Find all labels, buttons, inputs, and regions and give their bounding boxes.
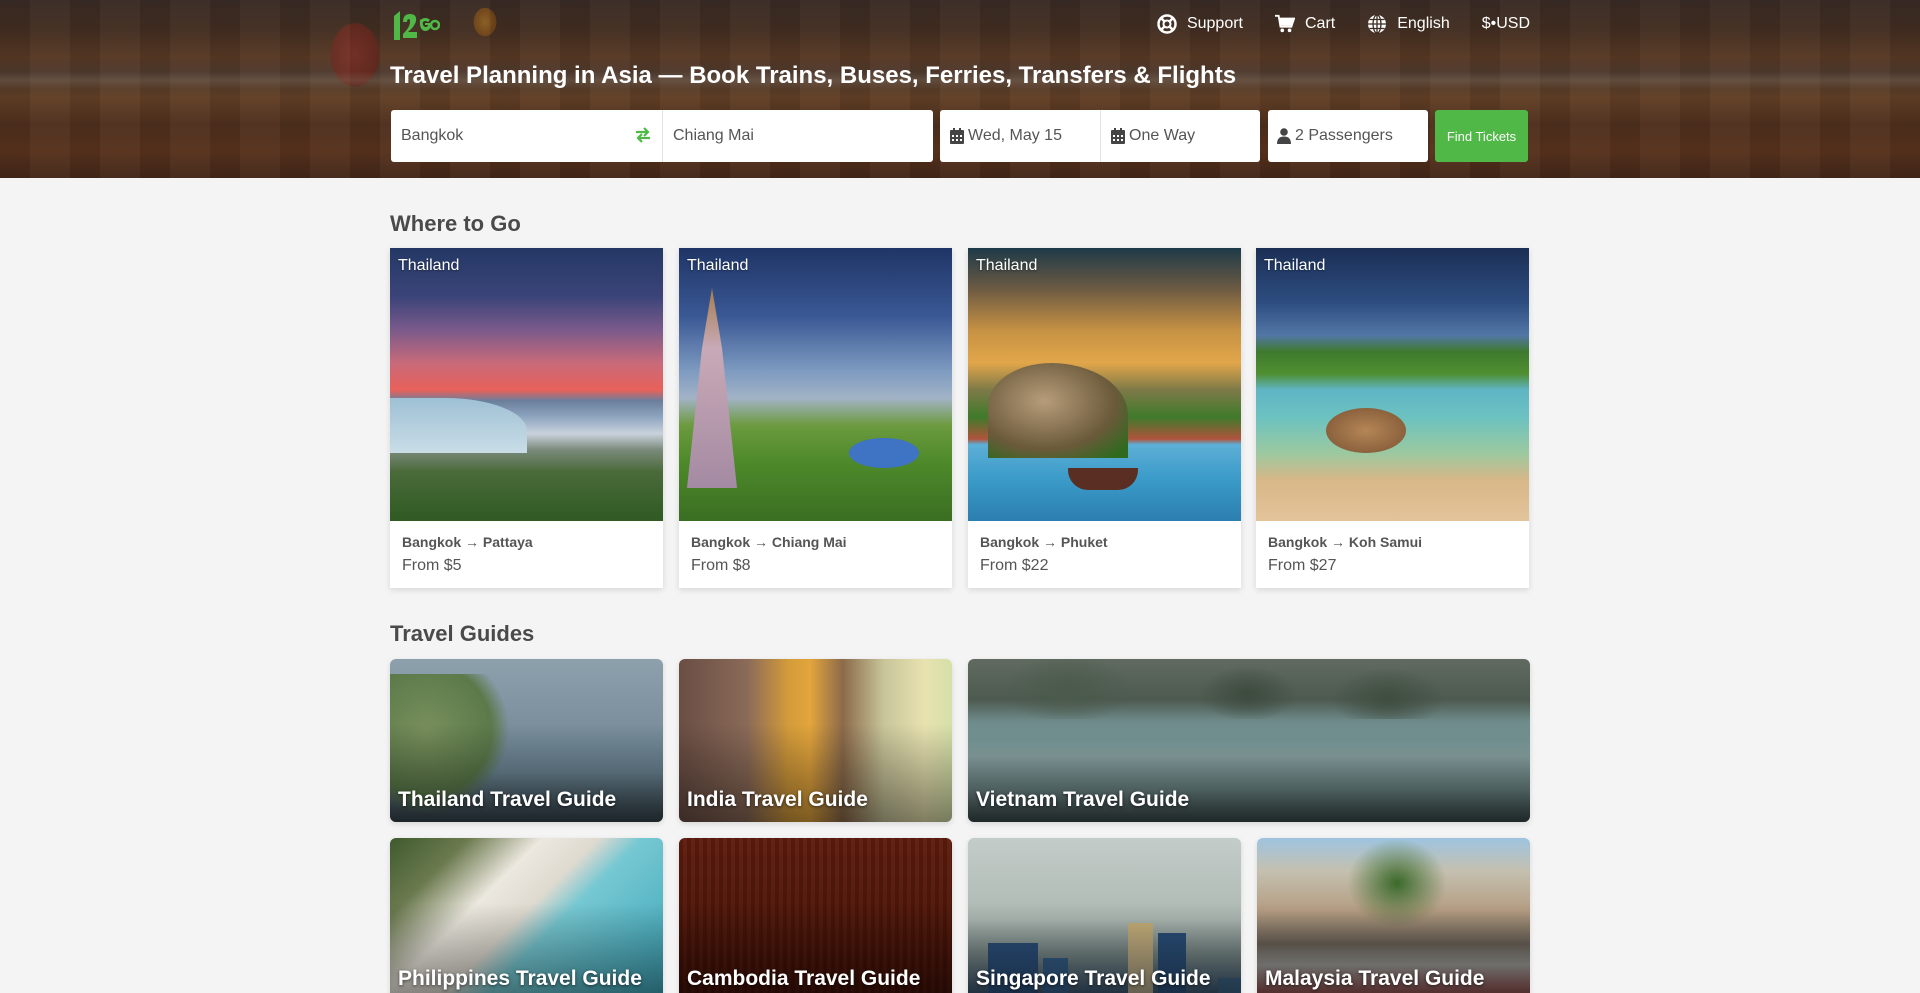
passengers-field[interactable]: 2 Passengers <box>1268 110 1428 162</box>
destination-price: From $8 <box>691 557 751 574</box>
destination-image: Thailand <box>390 248 663 521</box>
travel-guides-heading: Travel Guides <box>390 621 535 646</box>
passengers-box: 2 Passengers <box>1268 110 1428 162</box>
destination-country: Thailand <box>1264 257 1326 274</box>
from-field[interactable]: Bangkok <box>391 110 662 162</box>
page-title: Travel Planning in Asia — Book Trains, B… <box>390 62 1237 89</box>
guide-card-singapore[interactable]: Singapore Travel Guide <box>968 838 1241 993</box>
support-link[interactable]: Support <box>1157 14 1243 34</box>
destination-card[interactable]: Thailand Bangkok → Pattaya From $5 <box>390 248 663 588</box>
currency-label: $•USD <box>1481 15 1530 32</box>
route-fields: Bangkok Chiang Mai <box>391 110 933 162</box>
guide-card-cambodia[interactable]: Cambodia Travel Guide <box>679 838 952 993</box>
from-value: Bangkok <box>401 127 464 144</box>
hero-banner: Support Cart English $•USD Travel Planni… <box>0 0 1920 178</box>
top-navigation: Support Cart English $•USD <box>1125 14 1530 34</box>
cart-link[interactable]: Cart <box>1275 14 1335 34</box>
swap-icon[interactable] <box>634 126 652 149</box>
guide-card-india[interactable]: India Travel Guide <box>679 659 952 822</box>
guide-card-vietnam[interactable]: Vietnam Travel Guide <box>968 659 1530 822</box>
trip-type-field[interactable]: One Way <box>1100 110 1260 162</box>
date-fields: Wed, May 15 One Way <box>940 110 1260 162</box>
language-selector[interactable]: English <box>1367 14 1450 34</box>
logo-icon <box>394 11 440 40</box>
destination-route: Bangkok → Phuket <box>980 534 1108 550</box>
currency-selector[interactable]: $•USD <box>1482 15 1530 33</box>
where-to-go-heading: Where to Go <box>390 211 521 236</box>
guide-label: Philippines Travel Guide <box>398 967 642 990</box>
destination-route: Bangkok → Chiang Mai <box>691 534 847 550</box>
support-label: Support <box>1186 15 1243 32</box>
passengers-value: 2 Passengers <box>1295 127 1393 144</box>
guide-card-malaysia[interactable]: Malaysia Travel Guide <box>1257 838 1530 993</box>
destination-image: Thailand <box>679 248 952 521</box>
destination-card[interactable]: Thailand Bangkok → Chiang Mai From $8 <box>679 248 952 588</box>
to-field[interactable]: Chiang Mai <box>662 110 933 162</box>
destination-route: Bangkok → Koh Samui <box>1268 534 1423 550</box>
language-label: English <box>1397 15 1450 32</box>
lifebuoy-icon <box>1157 14 1177 34</box>
destination-price: From $5 <box>402 557 462 574</box>
to-value: Chiang Mai <box>673 127 754 144</box>
destination-country: Thailand <box>687 257 749 274</box>
hero-content: Support Cart English $•USD Travel Planni… <box>390 0 1530 178</box>
destination-price: From $27 <box>1268 557 1337 574</box>
destination-card[interactable]: Thailand Bangkok → Phuket From $22 <box>968 248 1241 588</box>
find-tickets-button[interactable]: Find Tickets <box>1435 110 1528 162</box>
guide-label: Singapore Travel Guide <box>976 967 1211 990</box>
globe-icon <box>1367 14 1387 34</box>
destination-image: Thailand <box>968 248 1241 521</box>
destination-card[interactable]: Thailand Bangkok → Koh Samui From $27 <box>1256 248 1529 588</box>
date-field[interactable]: Wed, May 15 <box>940 110 1100 162</box>
destination-image: Thailand <box>1256 248 1529 521</box>
cart-icon <box>1275 14 1295 34</box>
guide-label: Cambodia Travel Guide <box>687 967 921 990</box>
calendar-icon <box>1111 128 1125 144</box>
destination-price: From $22 <box>980 557 1049 574</box>
cart-label: Cart <box>1305 15 1336 32</box>
guide-label: Vietnam Travel Guide <box>976 788 1190 811</box>
destination-country: Thailand <box>976 257 1038 274</box>
guide-label: Thailand Travel Guide <box>398 788 617 811</box>
person-icon <box>1277 128 1291 144</box>
guide-card-thailand[interactable]: Thailand Travel Guide <box>390 659 663 822</box>
destination-route: Bangkok → Pattaya <box>402 534 533 550</box>
guide-label: Malaysia Travel Guide <box>1265 967 1485 990</box>
search-form: Bangkok Chiang Mai Wed, May 15 One Way 2… <box>390 110 1530 162</box>
guide-card-philippines[interactable]: Philippines Travel Guide <box>390 838 663 993</box>
logo[interactable] <box>390 8 440 42</box>
calendar-icon <box>950 128 964 144</box>
guide-label: India Travel Guide <box>687 788 868 811</box>
trip-type-value: One Way <box>1129 127 1196 144</box>
destination-country: Thailand <box>398 257 460 274</box>
date-value: Wed, May 15 <box>968 127 1062 144</box>
